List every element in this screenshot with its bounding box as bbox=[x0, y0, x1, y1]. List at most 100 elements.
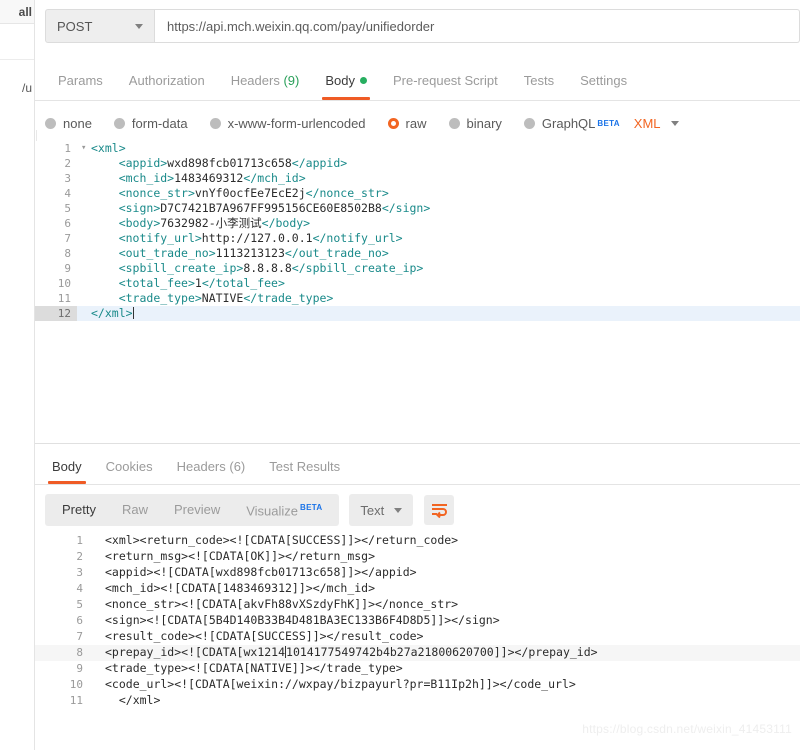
body-type-graphql[interactable]: GraphQL BETA bbox=[523, 115, 620, 131]
http-method-dropdown[interactable]: POST bbox=[45, 9, 155, 43]
response-view-raw[interactable]: Raw bbox=[109, 494, 161, 526]
code-line[interactable]: 11 <trade_type>NATIVE</trade_type> bbox=[35, 291, 800, 306]
code-line-text: <xml> bbox=[91, 141, 126, 155]
line-number: 11 bbox=[69, 694, 83, 707]
code-line[interactable]: 9 <spbill_create_ip>8.8.8.8</spbill_crea… bbox=[35, 261, 800, 276]
response-tab-body[interactable]: Body bbox=[40, 449, 94, 484]
response-code-line[interactable]: 1 <xml><return_code><![CDATA[SUCCESS]]></… bbox=[35, 533, 800, 549]
request-tab-label: Authorization bbox=[128, 73, 205, 88]
response-code-line[interactable]: 9 <trade_type><![CDATA[NATIVE]]></trade_t… bbox=[35, 661, 800, 677]
response-tab-cookies[interactable]: Cookies bbox=[94, 449, 165, 484]
request-tab-authorization[interactable]: Authorization bbox=[116, 62, 218, 100]
request-tab-label: Tests bbox=[523, 73, 555, 88]
request-tab-label: Body bbox=[325, 73, 355, 88]
response-code-line[interactable]: 6 <sign><![CDATA[5B4D140B33B4D481BA3EC133… bbox=[35, 613, 800, 629]
body-type-label: GraphQL bbox=[541, 115, 596, 131]
code-line-text: <notify_url>http://127.0.0.1</notify_url… bbox=[118, 231, 403, 245]
code-line[interactable]: 12 </xml> bbox=[35, 306, 800, 321]
radio-icon bbox=[387, 117, 399, 129]
line-number: 12 bbox=[35, 306, 77, 321]
code-line[interactable]: 10 <total_fee>1</total_fee> bbox=[35, 276, 800, 291]
line-number: 6 bbox=[64, 217, 71, 230]
response-view-preview[interactable]: Preview bbox=[161, 494, 233, 526]
line-number: 7 bbox=[76, 630, 83, 643]
fold-arrow-icon[interactable]: ▾ bbox=[81, 141, 90, 156]
postman-window: all /u POST https://api.mch.weixin.qq.co… bbox=[0, 0, 800, 750]
line-number: 7 bbox=[64, 232, 71, 245]
radio-icon bbox=[113, 117, 125, 129]
response-code-line[interactable]: 10 <code_url><![CDATA[weixin://wxpay/bizp… bbox=[35, 677, 800, 693]
code-line-text: <mch_id>1483469312</mch_id> bbox=[118, 171, 306, 185]
body-type-raw[interactable]: raw bbox=[387, 116, 427, 131]
request-tab-params[interactable]: Params bbox=[45, 62, 116, 100]
left-sidebar-remnant: all /u bbox=[0, 0, 34, 750]
response-body-code[interactable]: 1 <xml><return_code><![CDATA[SUCCESS]]></… bbox=[35, 533, 800, 718]
response-code-line[interactable]: 2 <return_msg><![CDATA[OK]]></return_msg> bbox=[35, 549, 800, 565]
word-wrap-toggle-button[interactable] bbox=[424, 495, 455, 525]
request-tab-label: Pre-request Script bbox=[392, 73, 498, 88]
response-code-line-text: <prepay_id><![CDATA[wx12141014177549742b… bbox=[105, 645, 598, 659]
raw-format-dropdown[interactable]: XML bbox=[634, 116, 679, 131]
response-code-line-text: <appid><![CDATA[wxd898fcb01713c658]]></a… bbox=[105, 565, 417, 579]
response-view-visualize[interactable]: Visualize BETA bbox=[233, 492, 335, 527]
code-line-text: <nonce_str>vnYf0ocfEe7EcE2j</nonce_str> bbox=[118, 186, 389, 200]
text-cursor bbox=[132, 307, 134, 319]
body-type-binary[interactable]: binary bbox=[448, 115, 502, 131]
response-tab-bar: Body Cookies Headers (6) Test Results bbox=[35, 449, 800, 485]
word-wrap-icon bbox=[431, 503, 447, 518]
code-line[interactable]: 7 <notify_url>http://127.0.0.1</notify_u… bbox=[35, 231, 800, 246]
response-code-line[interactable]: 5 <nonce_str><![CDATA[akvFh88vXSzdyFhK]]>… bbox=[35, 597, 800, 613]
code-line[interactable]: 3 <mch_id>1483469312</mch_id> bbox=[35, 171, 800, 186]
code-line[interactable]: 4 <nonce_str>vnYf0ocfEe7EcE2j</nonce_str… bbox=[35, 186, 800, 201]
line-number: 5 bbox=[64, 202, 71, 215]
request-tab-settings[interactable]: Settings bbox=[567, 62, 640, 100]
response-code-line[interactable]: 7 <result_code><![CDATA[SUCCESS]]></resul… bbox=[35, 629, 800, 645]
body-type-form-data[interactable]: form-data bbox=[113, 116, 188, 131]
request-tab-tests[interactable]: Tests bbox=[511, 62, 567, 100]
line-number: 4 bbox=[64, 187, 71, 200]
body-type-x-www-form-urlencoded[interactable]: x-www-form-urlencoded bbox=[209, 116, 366, 131]
response-code-line-text: <sign><![CDATA[5B4D140B33B4D481BA3EC133B… bbox=[105, 613, 500, 627]
response-splitter[interactable] bbox=[35, 443, 800, 444]
code-line[interactable]: 8 <out_trade_no>1113213123</out_trade_no… bbox=[35, 246, 800, 261]
response-format-dropdown[interactable]: Text bbox=[349, 494, 414, 526]
code-line[interactable]: 6 <body>7632982-小李测试</body> bbox=[35, 216, 800, 231]
sidebar-fragment-url[interactable]: /u bbox=[0, 60, 34, 115]
response-tab-test-results[interactable]: Test Results bbox=[257, 449, 352, 484]
body-type-label: binary bbox=[466, 115, 502, 131]
sidebar-fragment-all[interactable]: all bbox=[0, 0, 34, 24]
request-body-code[interactable]: 1 ▾ <xml> 2 <appid>wxd898fcb01713c658</appi… bbox=[35, 141, 800, 321]
response-tab-headers[interactable]: Headers (6) bbox=[165, 449, 258, 484]
response-format-label: Text bbox=[360, 502, 385, 518]
line-number: 2 bbox=[76, 550, 83, 563]
request-tab-headers[interactable]: Headers (9) bbox=[218, 62, 313, 100]
body-type-none[interactable]: none bbox=[45, 116, 92, 131]
body-type-label: none bbox=[63, 115, 92, 131]
response-view-label: Raw bbox=[121, 502, 148, 517]
request-body-editor[interactable]: 1 ▾ <xml> 2 <appid>wxd898fcb01713c658</appi… bbox=[35, 141, 800, 435]
line-number: 8 bbox=[64, 247, 71, 260]
response-view-pretty[interactable]: Pretty bbox=[49, 494, 109, 526]
response-code-line-text: <xml><return_code><![CDATA[SUCCESS]]></r… bbox=[105, 533, 459, 547]
request-url-input[interactable]: https://api.mch.weixin.qq.com/pay/unifie… bbox=[155, 9, 800, 43]
response-view-mode-group: Pretty Raw Preview Visualize BETA bbox=[45, 492, 340, 527]
code-line[interactable]: 2 <appid>wxd898fcb01713c658</appid> bbox=[35, 156, 800, 171]
response-code-line[interactable]: 4 <mch_id><![CDATA[1483469312]]></mch_id> bbox=[35, 581, 800, 597]
response-code-line-text: <result_code><![CDATA[SUCCESS]]></result… bbox=[105, 629, 424, 643]
request-tab-label: Params bbox=[58, 73, 103, 88]
line-number: 3 bbox=[64, 172, 71, 185]
response-code-line[interactable]: 3 <appid><![CDATA[wxd898fcb01713c658]]></… bbox=[35, 565, 800, 581]
request-tab-pre-request-script[interactable]: Pre-request Script bbox=[380, 62, 511, 100]
response-tab-label: Headers bbox=[176, 459, 226, 474]
request-tab-label: Headers bbox=[230, 73, 280, 88]
line-number: 11 bbox=[57, 292, 71, 305]
line-number: 9 bbox=[64, 262, 71, 275]
chevron-down-icon bbox=[670, 120, 679, 126]
line-number: 1 bbox=[76, 534, 83, 547]
code-line[interactable]: 1 ▾ <xml> bbox=[35, 141, 800, 156]
request-tab-body[interactable]: Body bbox=[312, 62, 380, 100]
response-code-line[interactable]: 8 <prepay_id><![CDATA[wx12141014177549742… bbox=[35, 645, 800, 661]
code-line[interactable]: 5 <sign>D7C7421B7A967FF995156CE60E8502B8… bbox=[35, 201, 800, 216]
response-code-line[interactable]: 11 </xml> bbox=[35, 693, 800, 709]
request-tab-bar: Params Authorization Headers (9) Body Pre-re… bbox=[35, 62, 800, 101]
